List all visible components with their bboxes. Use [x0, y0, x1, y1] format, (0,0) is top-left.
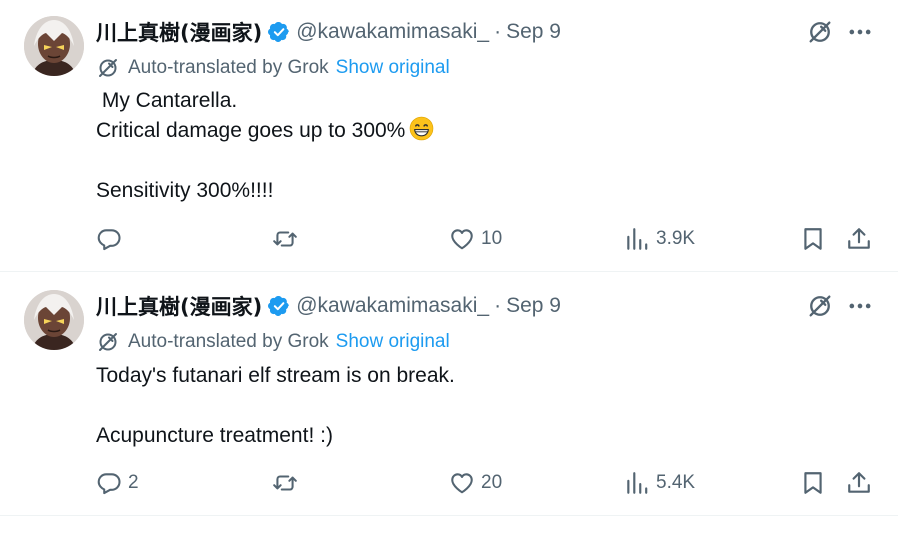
tweet[interactable]: 川上真樹(漫画家) @kawakamimasaki_ · Sep 9 Auto-… — [0, 272, 898, 515]
separator: · — [494, 294, 502, 317]
action-bar: 2 20 5.4K — [96, 467, 876, 499]
heart-icon — [449, 470, 475, 496]
tweet-header: 川上真樹(漫画家) @kawakamimasaki_ · Sep 9 — [96, 291, 561, 321]
avatar[interactable] — [24, 16, 84, 76]
reply-button[interactable] — [96, 223, 128, 255]
retweet-button[interactable] — [272, 467, 304, 499]
author-name[interactable]: 川上真樹(漫画家) — [96, 291, 262, 321]
more-icon[interactable] — [846, 18, 874, 46]
share-icon — [846, 470, 872, 496]
views-button[interactable]: 3.9K — [624, 223, 695, 255]
avatar[interactable] — [24, 290, 84, 350]
action-bar: 10 3.9K — [96, 223, 876, 255]
grok-translate-icon — [96, 330, 120, 354]
tweet-text-line — [96, 146, 876, 176]
show-original-link[interactable]: Show original — [336, 57, 450, 79]
bookmark-icon — [800, 226, 826, 252]
translation-label: Auto-translated by Grok — [128, 57, 329, 78]
translation-label: Auto-translated by Grok — [128, 331, 329, 352]
views-count: 3.9K — [656, 228, 696, 249]
tweet-text-line: Sensitivity 300%!!!! — [96, 179, 274, 202]
show-original-link[interactable]: Show original — [336, 331, 450, 353]
tweet[interactable]: 川上真樹(漫画家) @kawakamimasaki_ · Sep 9 Auto-… — [0, 0, 898, 271]
divider — [0, 515, 898, 516]
tweet-text: Today's futanari elf stream is on break.… — [96, 361, 876, 451]
reply-icon — [96, 226, 122, 252]
grok-icon[interactable] — [806, 18, 834, 46]
bar-chart-icon — [624, 226, 650, 252]
reply-icon — [96, 470, 122, 496]
tweet-text-line — [96, 391, 876, 421]
views-count: 5.4K — [656, 472, 696, 493]
author-handle[interactable]: @kawakamimasaki_ — [296, 294, 489, 318]
bookmark-button[interactable] — [800, 223, 826, 255]
translation-note: Auto-translated by Grok Show original — [96, 54, 450, 82]
bookmark-icon — [800, 470, 826, 496]
tweet-text-line: Acupuncture treatment! :) — [96, 424, 333, 447]
share-button[interactable] — [846, 223, 872, 255]
tweet-date[interactable]: Sep 9 — [506, 294, 561, 318]
reply-button[interactable]: 2 — [96, 467, 139, 499]
like-count: 20 — [481, 472, 503, 493]
tweet-header: 川上真樹(漫画家) @kawakamimasaki_ · Sep 9 — [96, 17, 561, 47]
author-handle[interactable]: @kawakamimasaki_ — [296, 20, 489, 44]
tweet-text-line: Today's futanari elf stream is on break. — [96, 364, 455, 387]
verified-badge-icon — [268, 295, 290, 317]
more-icon[interactable] — [846, 292, 874, 320]
author-name[interactable]: 川上真樹(漫画家) — [96, 17, 262, 47]
tweet-text-line: Critical damage goes up to 300% — [96, 119, 406, 142]
share-button[interactable] — [846, 467, 872, 499]
tweet-text: My Cantarella. Critical damage goes up t… — [96, 86, 876, 206]
verified-badge-icon — [268, 21, 290, 43]
retweet-icon — [272, 470, 298, 496]
like-button[interactable]: 20 — [449, 467, 502, 499]
retweet-icon — [272, 226, 298, 252]
separator: · — [494, 20, 502, 43]
tweet-date[interactable]: Sep 9 — [506, 20, 561, 44]
like-button[interactable]: 10 — [449, 223, 502, 255]
views-button[interactable]: 5.4K — [624, 467, 695, 499]
translation-note: Auto-translated by Grok Show original — [96, 328, 450, 356]
grok-translate-icon — [96, 56, 120, 80]
reply-count: 2 — [128, 472, 139, 493]
retweet-button[interactable] — [272, 223, 304, 255]
bookmark-button[interactable] — [800, 467, 826, 499]
bar-chart-icon — [624, 470, 650, 496]
like-count: 10 — [481, 228, 503, 249]
share-icon — [846, 226, 872, 252]
grok-icon[interactable] — [806, 292, 834, 320]
grinning-face-emoji-icon — [409, 116, 434, 141]
tweet-text-line: My Cantarella. — [96, 89, 238, 112]
tweet-text-line-with-emoji: Critical damage goes up to 300% — [96, 116, 876, 146]
heart-icon — [449, 226, 475, 252]
